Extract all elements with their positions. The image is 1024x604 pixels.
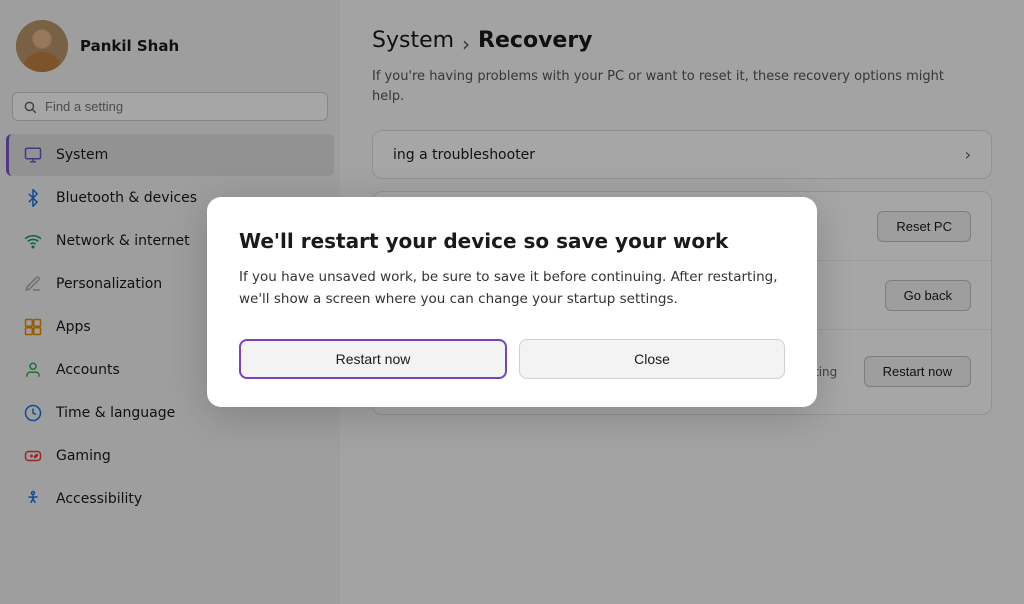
overlay: We'll restart your device so save your w… — [0, 0, 1024, 604]
restart-now-button[interactable]: Restart now — [239, 339, 507, 379]
dialog-title: We'll restart your device so save your w… — [239, 229, 785, 253]
dialog: We'll restart your device so save your w… — [207, 197, 817, 406]
dialog-body: If you have unsaved work, be sure to sav… — [239, 267, 785, 310]
dialog-buttons: Restart now Close — [239, 339, 785, 379]
close-dialog-button[interactable]: Close — [519, 339, 785, 379]
